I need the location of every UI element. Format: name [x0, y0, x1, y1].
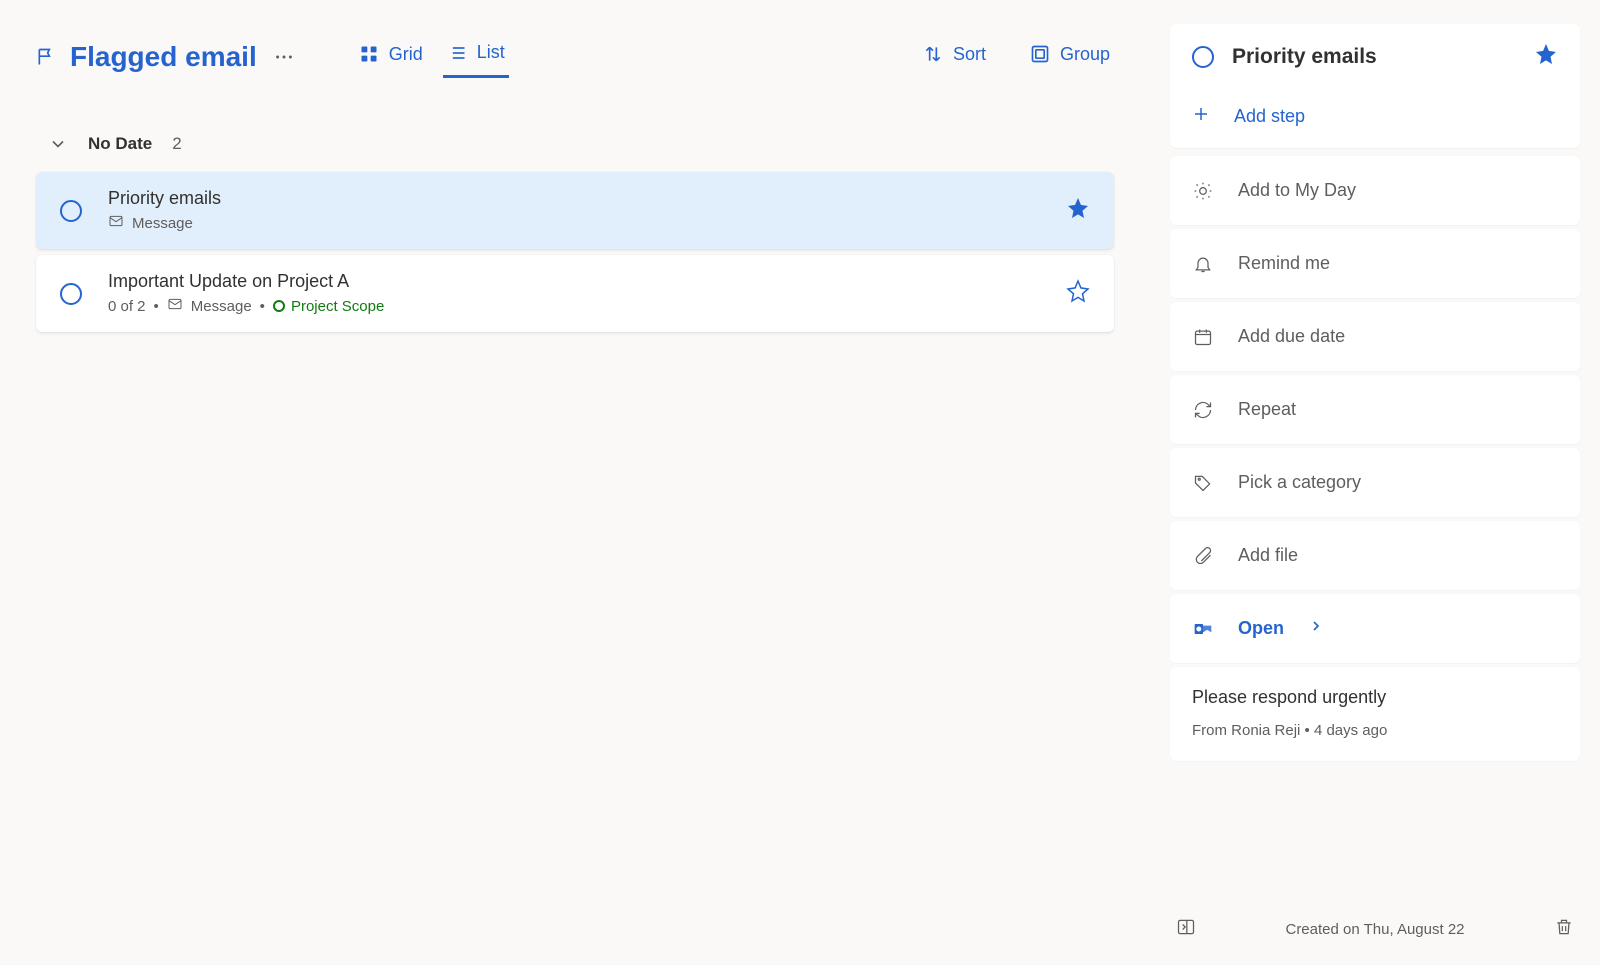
- open-in-outlook-button[interactable]: Open: [1170, 594, 1580, 663]
- repeat-label: Repeat: [1238, 399, 1296, 420]
- page-title[interactable]: Flagged email: [70, 41, 257, 73]
- complete-checkbox[interactable]: [60, 283, 82, 305]
- detail-importance-star[interactable]: [1534, 42, 1558, 71]
- toolbar-right: Sort Group: [919, 38, 1114, 77]
- my-day-label: Add to My Day: [1238, 180, 1356, 201]
- group-icon: [1030, 44, 1050, 64]
- view-grid-button[interactable]: Grid: [355, 38, 427, 77]
- detail-complete-checkbox[interactable]: [1192, 46, 1214, 68]
- pick-category-button[interactable]: Pick a category: [1170, 448, 1580, 517]
- title-wrap: Flagged email: [36, 41, 257, 73]
- sort-button[interactable]: Sort: [919, 38, 990, 77]
- email-subject: Please respond urgently: [1192, 687, 1558, 708]
- detail-header: Priority emails Add step: [1170, 24, 1580, 148]
- task-row[interactable]: Priority emails Message: [36, 172, 1114, 249]
- plus-icon: [1192, 105, 1210, 128]
- sort-label: Sort: [953, 44, 986, 65]
- importance-star-button[interactable]: [1066, 196, 1090, 225]
- view-list-button[interactable]: List: [443, 36, 509, 78]
- attach-icon: [1192, 546, 1214, 566]
- mail-icon: [108, 213, 124, 233]
- email-preview[interactable]: Please respond urgently From Ronia Reji …: [1170, 667, 1580, 761]
- sun-icon: [1192, 181, 1214, 201]
- detail-panel: Priority emails Add step Add to My Day R…: [1150, 0, 1600, 965]
- calendar-icon: [1192, 327, 1214, 347]
- category-color-icon: [273, 300, 285, 312]
- task-meta-label: Message: [191, 298, 252, 315]
- email-from: From Ronia Reji • 4 days ago: [1192, 722, 1558, 739]
- sort-icon: [923, 44, 943, 64]
- delete-button[interactable]: [1554, 917, 1574, 941]
- task-meta: Message: [108, 213, 1040, 233]
- add-my-day-button[interactable]: Add to My Day: [1170, 156, 1580, 225]
- group-button[interactable]: Group: [1026, 38, 1114, 77]
- view-list-label: List: [477, 42, 505, 63]
- complete-checkbox[interactable]: [60, 200, 82, 222]
- file-label: Add file: [1238, 545, 1298, 566]
- task-body: Priority emails Message: [108, 188, 1040, 233]
- group-count: 2: [172, 134, 181, 154]
- chevron-down-icon: [48, 134, 68, 154]
- flag-icon: [36, 47, 56, 67]
- bell-icon: [1192, 254, 1214, 274]
- task-title: Important Update on Project A: [108, 271, 1040, 292]
- add-due-date-button[interactable]: Add due date: [1170, 302, 1580, 371]
- tag-icon: [1192, 473, 1214, 493]
- mail-icon: [167, 296, 183, 316]
- group-name: No Date: [88, 134, 152, 154]
- grid-icon: [359, 44, 379, 64]
- add-file-button[interactable]: Add file: [1170, 521, 1580, 590]
- category-label: Project Scope: [291, 298, 384, 315]
- hide-panel-button[interactable]: [1176, 917, 1196, 941]
- importance-star-button[interactable]: [1066, 279, 1090, 308]
- category-tag: Project Scope: [273, 298, 384, 315]
- view-grid-label: Grid: [389, 44, 423, 65]
- outlook-icon: [1192, 619, 1214, 639]
- task-meta: 0 of 2 • Message • Project Scope: [108, 296, 1040, 316]
- category-label: Pick a category: [1238, 472, 1361, 493]
- task-steps-count: 0 of 2: [108, 298, 146, 315]
- remind-me-button[interactable]: Remind me: [1170, 229, 1580, 298]
- main-panel: Flagged email Grid List Sort: [0, 0, 1150, 965]
- add-step-label: Add step: [1234, 106, 1305, 127]
- remind-label: Remind me: [1238, 253, 1330, 274]
- add-step-button[interactable]: Add step: [1192, 105, 1558, 128]
- header: Flagged email Grid List Sort: [36, 36, 1114, 78]
- group-label: Group: [1060, 44, 1110, 65]
- more-icon[interactable]: [273, 46, 295, 68]
- repeat-button[interactable]: Repeat: [1170, 375, 1580, 444]
- task-body: Important Update on Project A 0 of 2 • M…: [108, 271, 1040, 316]
- task-meta-label: Message: [132, 215, 193, 232]
- list-icon: [447, 43, 467, 63]
- detail-title[interactable]: Priority emails: [1232, 45, 1516, 69]
- group-header[interactable]: No Date 2: [36, 134, 1114, 172]
- repeat-icon: [1192, 400, 1214, 420]
- chevron-right-icon: [1308, 618, 1324, 639]
- task-title: Priority emails: [108, 188, 1040, 209]
- detail-footer: Created on Thu, August 22: [1170, 897, 1580, 965]
- created-on-text: Created on Thu, August 22: [1285, 921, 1464, 938]
- task-row[interactable]: Important Update on Project A 0 of 2 • M…: [36, 255, 1114, 332]
- open-label: Open: [1238, 618, 1284, 639]
- due-label: Add due date: [1238, 326, 1345, 347]
